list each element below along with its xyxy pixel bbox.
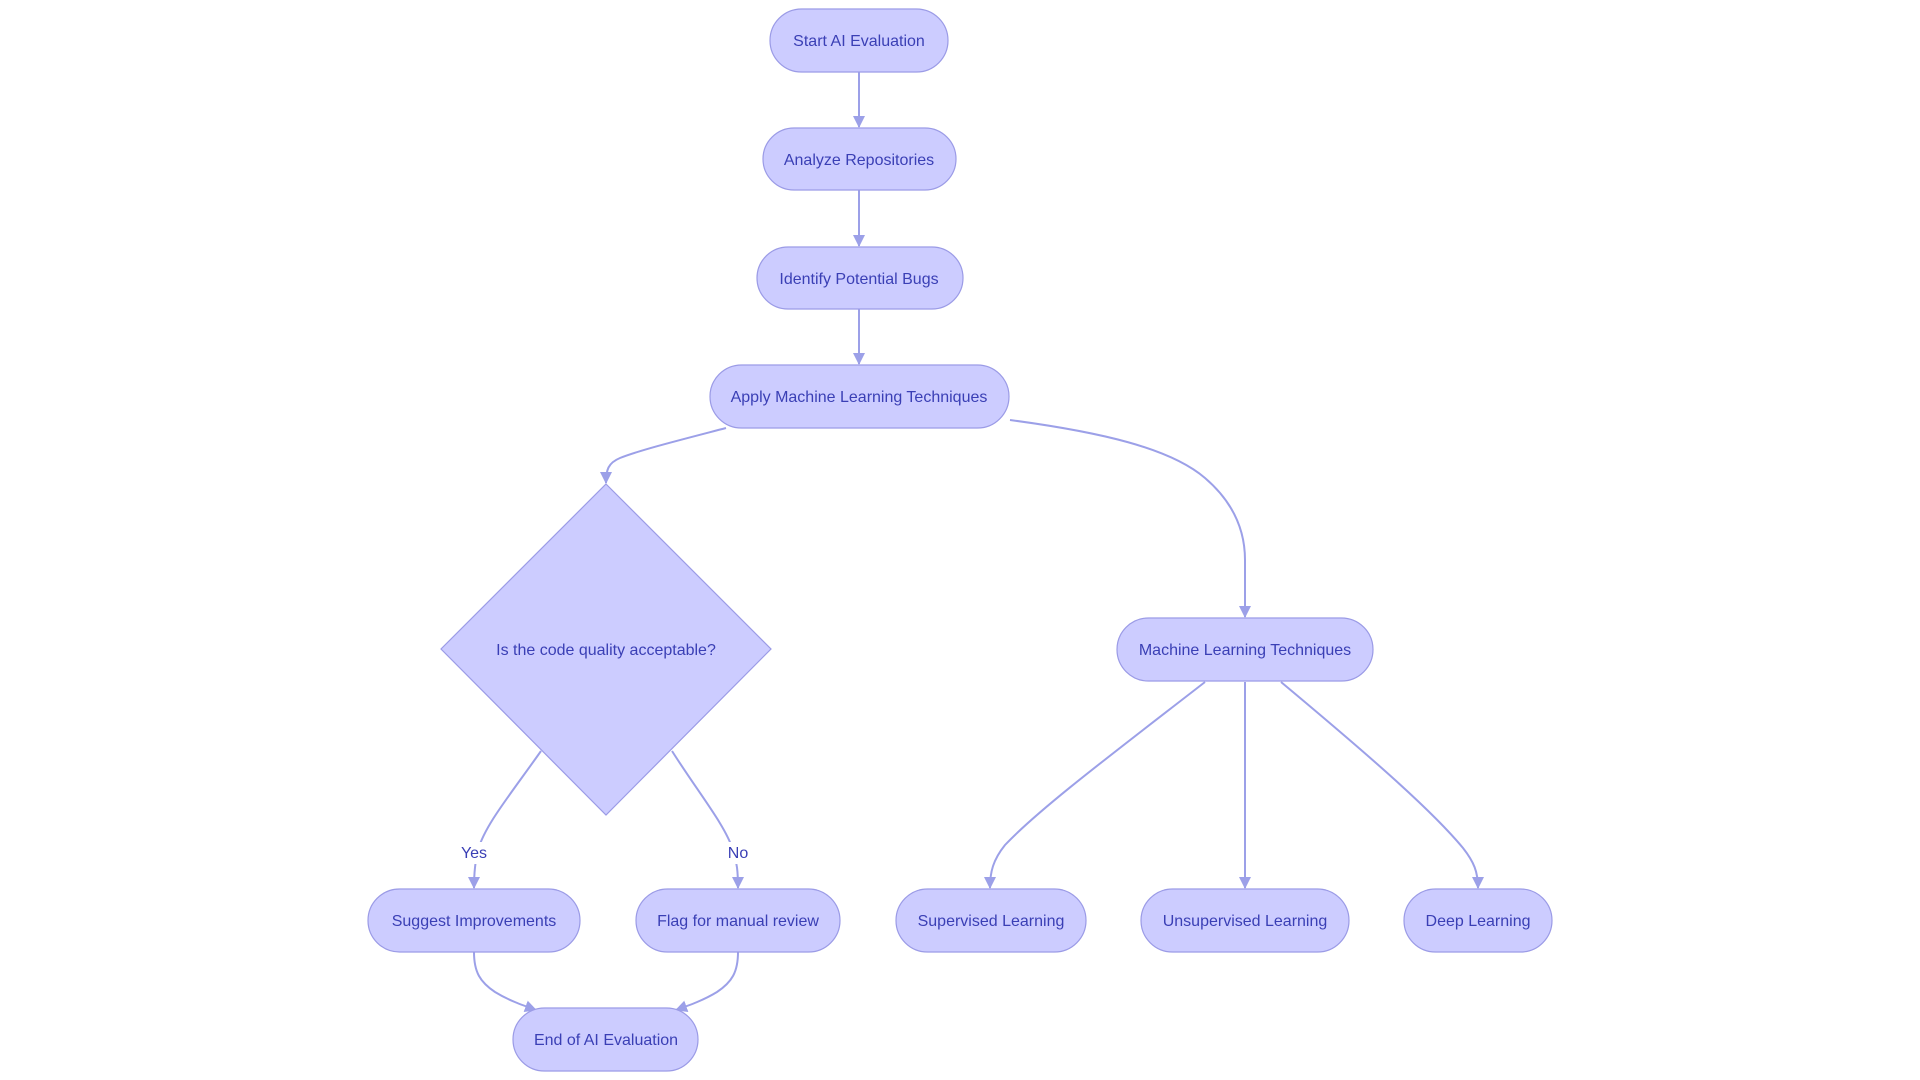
node-identify-label: Identify Potential Bugs [779,271,938,288]
node-apply-ml-label: Apply Machine Learning Techniques [731,389,988,406]
node-unsupervised[interactable]: Unsupervised Learning [1140,888,1350,953]
edge-suggest-to-end [473,951,537,1012]
edge-ml-techniques-to-supervised [984,681,1206,889]
edge-ml-techniques-to-deep [1280,681,1484,889]
node-start-label: Start AI Evaluation [793,33,925,50]
node-ml-techniques-label: Machine Learning Techniques [1139,642,1351,659]
edge-decision-to-flag [671,750,744,889]
node-identify[interactable]: Identify Potential Bugs [756,246,964,310]
edge-apply-ml-to-decision [600,427,727,484]
edge-decision-to-suggest [468,750,542,889]
node-analyze[interactable]: Analyze Repositories [762,127,957,191]
node-supervised-label: Supervised Learning [918,913,1065,930]
node-unsupervised-label: Unsupervised Learning [1163,913,1328,930]
edge-label-no: No [726,842,752,864]
node-deep-label: Deep Learning [1426,913,1531,930]
edge-label-yes: Yes [458,842,490,864]
node-flag-label: Flag for manual review [657,913,819,930]
edge-label-no-text: No [728,845,749,862]
node-deep[interactable]: Deep Learning [1403,888,1553,953]
node-flag[interactable]: Flag for manual review [635,888,841,953]
node-suggest-label: Suggest Improvements [392,913,557,930]
node-end[interactable]: End of AI Evaluation [512,1007,699,1072]
node-suggest[interactable]: Suggest Improvements [367,888,581,953]
node-decision-label: Is the code quality acceptable? [496,642,716,659]
edge-label-yes-text: Yes [461,845,487,862]
node-analyze-label: Analyze Repositories [784,152,934,169]
node-decision[interactable]: Is the code quality acceptable? [440,483,772,816]
node-ml-techniques[interactable]: Machine Learning Techniques [1116,617,1374,682]
node-supervised[interactable]: Supervised Learning [895,888,1087,953]
edge-apply-ml-to-ml-techniques [1009,419,1251,618]
node-end-label: End of AI Evaluation [534,1032,678,1049]
flowchart-canvas: Yes No Start AI Evaluation Analyze Repos… [367,8,1553,1072]
node-apply-ml[interactable]: Apply Machine Learning Techniques [709,364,1010,429]
node-start[interactable]: Start AI Evaluation [769,8,949,73]
edge-flag-to-end [675,951,739,1012]
